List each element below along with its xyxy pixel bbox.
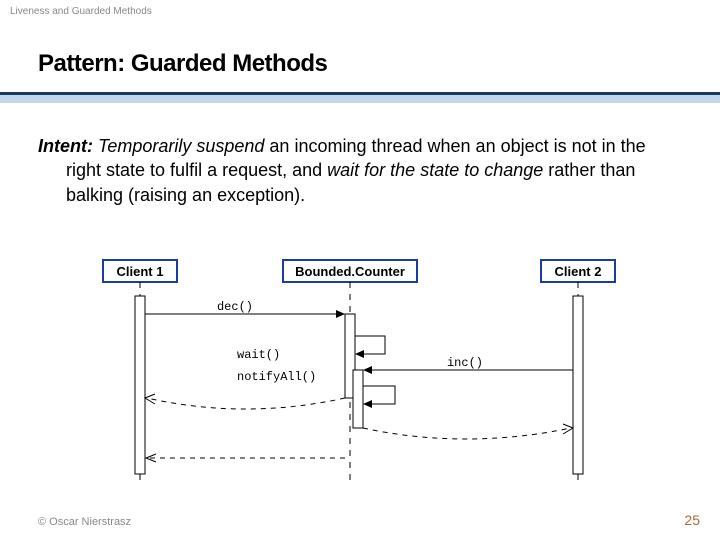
return-client1-mid-line	[147, 398, 345, 409]
msg-wait-head	[355, 350, 364, 358]
activation-client2	[573, 296, 583, 474]
title-rule-light	[0, 95, 720, 103]
msg-dec-head	[336, 310, 345, 318]
activation-client1	[135, 296, 145, 474]
msg-notifyall-label: notifyAll()	[237, 370, 316, 384]
msg-dec-label: dec()	[217, 300, 253, 314]
msg-wait-label: wait()	[237, 348, 280, 362]
msg-notifyall-line	[363, 386, 395, 404]
intent-wait: wait for the state to change	[327, 160, 543, 180]
page-title: Pattern: Guarded Methods	[38, 50, 327, 78]
msg-inc-label: inc()	[447, 356, 483, 370]
intent-label: Intent:	[38, 136, 93, 156]
slide: Liveness and Guarded Methods Pattern: Gu…	[0, 0, 720, 540]
msg-inc-head	[363, 366, 372, 374]
category-header: Liveness and Guarded Methods	[10, 6, 152, 17]
copyright: © Oscar Nierstrasz	[38, 516, 131, 528]
activation-counter-inc	[353, 370, 363, 428]
page-number: 25	[684, 512, 700, 528]
object-counter-label: Bounded.Counter	[295, 264, 405, 279]
msg-notifyall-head	[363, 400, 372, 408]
sequence-diagram: Client 1 Bounded.Counter Client 2 dec() …	[95, 258, 625, 488]
intent-paragraph: Intent: Temporarily suspend an incoming …	[38, 134, 678, 207]
object-client1-label: Client 1	[117, 264, 164, 279]
object-client2-label: Client 2	[555, 264, 602, 279]
intent-suspend: Temporarily suspend	[98, 136, 264, 156]
return-client2-line	[363, 428, 571, 439]
msg-wait-line	[355, 336, 385, 354]
